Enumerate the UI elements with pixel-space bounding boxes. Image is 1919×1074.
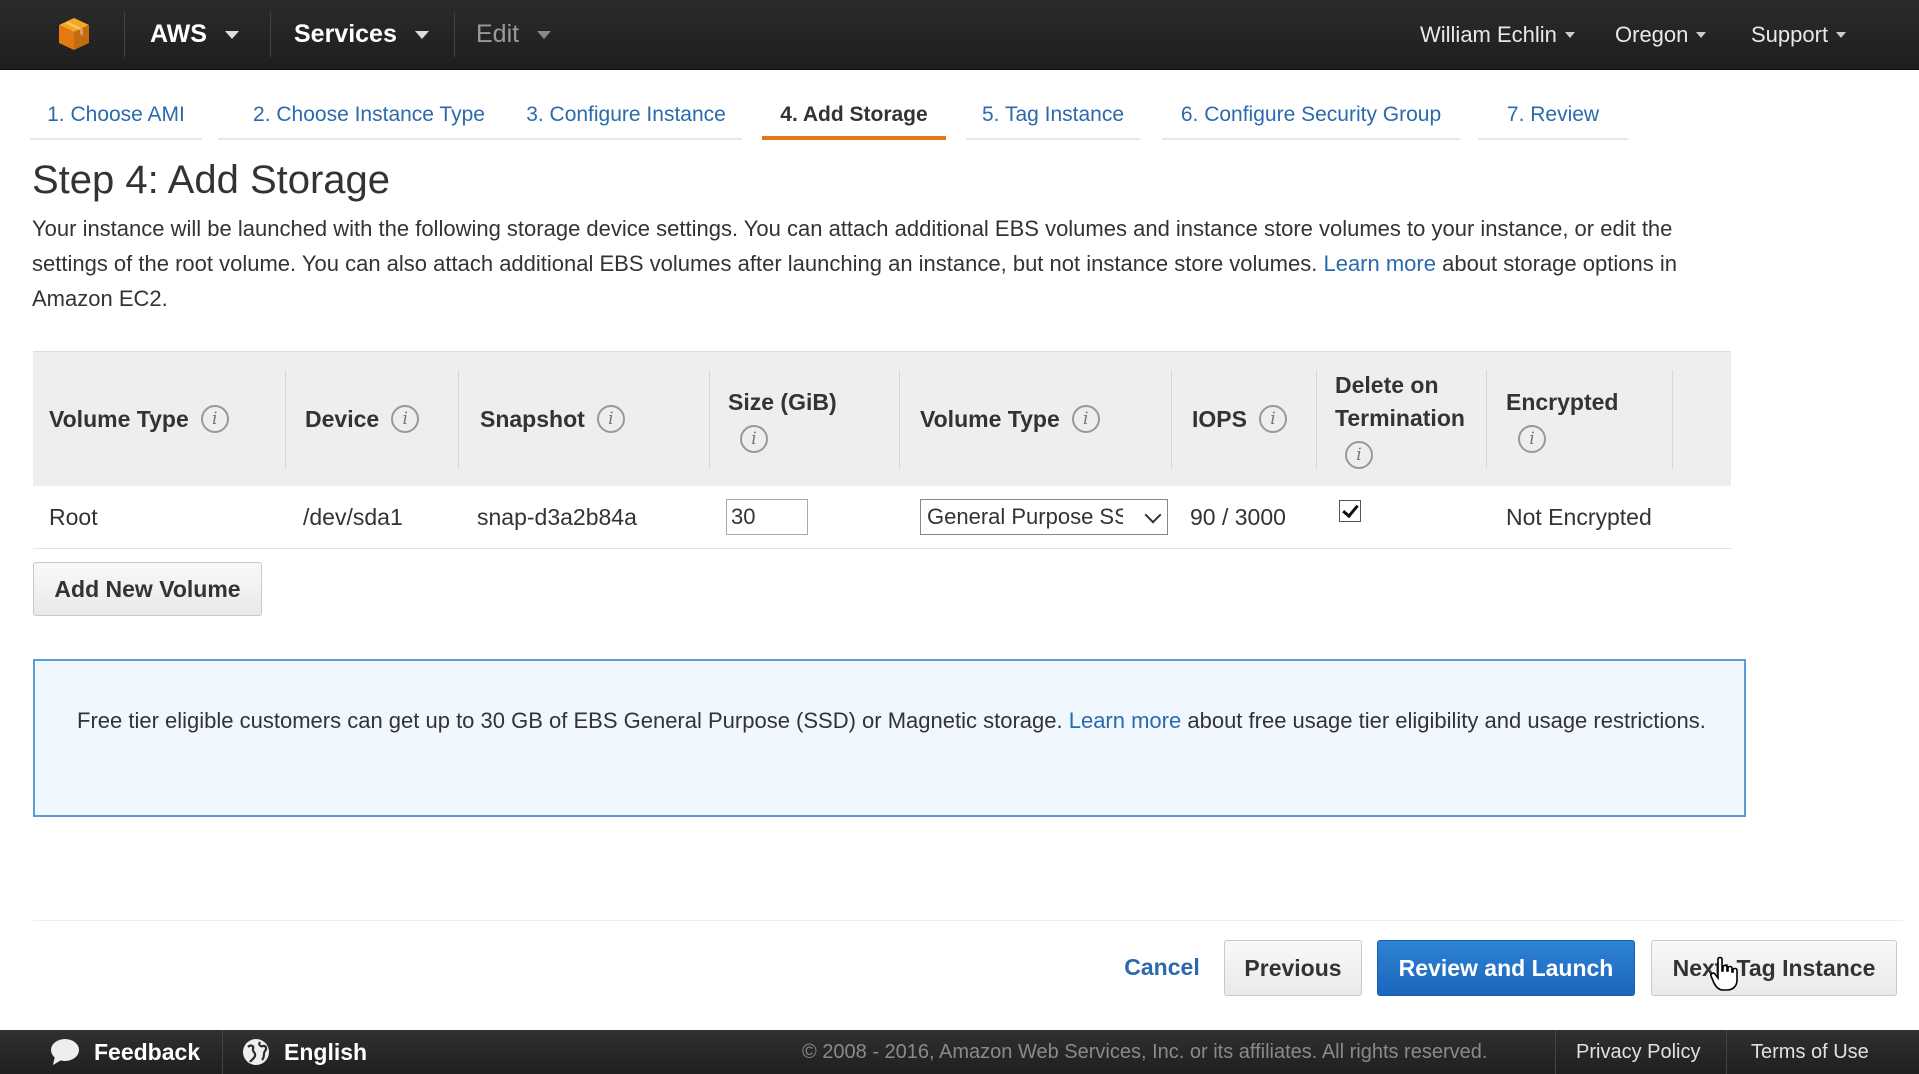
support-menu[interactable]: Support <box>1751 0 1847 69</box>
info-icon[interactable]: i <box>1071 405 1100 433</box>
col-delete-label-line2: Termination <box>1335 405 1465 431</box>
col-encrypted: Encrypted i <box>1506 352 1618 486</box>
cell-snapshot: snap-d3a2b84a <box>477 503 637 530</box>
cell-delete-on-termination <box>1339 486 1361 548</box>
col-snapshot-label: Snapshot <box>480 405 585 432</box>
tab-choose-ami[interactable]: 1. Choose AMI <box>30 92 202 140</box>
tab-configure-security-group[interactable]: 6. Configure Security Group <box>1162 92 1460 140</box>
edit-menu[interactable]: Edit <box>476 0 552 69</box>
free-tier-notice: Free tier eligible customers can get up … <box>33 659 1746 817</box>
col-ebs-volume-type: Volume Type i <box>920 352 1100 486</box>
divider <box>33 920 1903 921</box>
copyright-text: © 2008 - 2016, Amazon Web Services, Inc.… <box>802 1040 1488 1063</box>
region-menu[interactable]: Oregon <box>1615 0 1707 69</box>
aws-menu-label: AWS <box>150 20 207 48</box>
info-icon[interactable]: i <box>596 405 625 433</box>
next-tag-instance-button[interactable]: Next: Tag Instance <box>1651 940 1897 996</box>
chevron-down-icon <box>1696 31 1707 38</box>
cancel-button[interactable]: Cancel <box>1112 940 1212 994</box>
volume-type-select[interactable]: General Purpose SSD (GP2) <box>920 499 1168 535</box>
col-device-label: Device <box>305 405 380 432</box>
privacy-policy-link[interactable]: Privacy Policy <box>1576 1030 1700 1074</box>
cell-device: /dev/sda1 <box>303 503 403 530</box>
terms-of-use-link[interactable]: Terms of Use <box>1751 1030 1869 1074</box>
col-delete-on-termination: Delete on Termination i <box>1335 352 1465 486</box>
volume-type-selected: General Purpose SSD (GP2) <box>927 504 1123 529</box>
size-input[interactable] <box>726 499 808 535</box>
free-tier-message: Free tier eligible customers can get up … <box>77 708 1063 733</box>
tab-configure-instance[interactable]: 3. Configure Instance <box>510 92 742 140</box>
info-icon[interactable]: i <box>1518 424 1546 453</box>
region-menu-label: Oregon <box>1615 21 1689 47</box>
learn-more-storage-link[interactable]: Learn more <box>1323 251 1436 276</box>
cell-size <box>726 486 808 548</box>
cell-encrypted: Not Encrypted <box>1506 503 1652 530</box>
cell-iops: 90 / 3000 <box>1190 503 1286 530</box>
feedback-label: Feedback <box>94 1038 201 1065</box>
previous-button[interactable]: Previous <box>1224 940 1362 996</box>
col-ebs-volume-type-label: Volume Type <box>920 405 1060 432</box>
tab-add-storage[interactable]: 4. Add Storage <box>762 92 946 140</box>
chevron-down-icon <box>537 30 552 39</box>
cell-ebs-volume-type: General Purpose SSD (GP2) <box>920 486 1168 548</box>
chevron-down-icon <box>1564 31 1575 38</box>
services-menu-label: Services <box>294 20 397 48</box>
col-iops: IOPS i <box>1192 352 1287 486</box>
free-tier-text: Free tier eligible customers can get up … <box>77 703 1717 739</box>
language-label: English <box>284 1038 368 1065</box>
info-icon[interactable]: i <box>391 405 420 433</box>
tab-choose-instance-type[interactable]: 2. Choose Instance Type <box>218 92 520 140</box>
language-selector[interactable]: English <box>242 1030 367 1074</box>
learn-more-free-tier-link[interactable]: Learn more <box>1069 708 1182 733</box>
col-size: Size (GiB) i <box>728 352 837 486</box>
user-menu[interactable]: William Echlin <box>1420 0 1575 69</box>
aws-cube-icon[interactable] <box>56 16 92 52</box>
chevron-down-icon <box>414 30 429 39</box>
aws-menu[interactable]: AWS <box>150 0 239 69</box>
review-and-launch-button[interactable]: Review and Launch <box>1377 940 1635 996</box>
cell-volume-type: Root <box>49 503 98 530</box>
hand-cursor-icon <box>1710 956 1738 991</box>
col-device: Device i <box>305 352 420 486</box>
info-icon[interactable]: i <box>1345 441 1373 469</box>
col-snapshot: Snapshot i <box>480 352 625 486</box>
storage-table: Volume Type i Device i Snapshot i Size (… <box>33 351 1731 549</box>
chevron-down-icon <box>1144 506 1162 524</box>
col-volume-type: Volume Type i <box>49 352 229 486</box>
info-icon[interactable]: i <box>1258 405 1287 433</box>
page-title: Step 4: Add Storage <box>32 158 391 202</box>
services-menu[interactable]: Services <box>294 0 429 69</box>
info-icon[interactable]: i <box>200 405 229 433</box>
table-row: Root /dev/sda1 snap-d3a2b84a General Pur… <box>33 486 1731 549</box>
add-new-volume-button[interactable]: Add New Volume <box>33 562 262 616</box>
tab-tag-instance[interactable]: 5. Tag Instance <box>966 92 1140 140</box>
support-menu-label: Support <box>1751 21 1829 47</box>
chevron-down-icon <box>1836 31 1847 38</box>
col-size-label: Size (GiB) <box>728 388 837 415</box>
feedback-button[interactable]: Feedback <box>50 1030 200 1074</box>
edit-menu-label: Edit <box>476 20 520 48</box>
bottom-bar: Feedback English © 2008 - 2016, Amazon W… <box>0 1030 1919 1074</box>
chevron-down-icon <box>224 30 239 39</box>
top-navigation-bar: AWS Services Edit William Echlin Oregon … <box>0 0 1919 70</box>
speech-bubble-icon <box>51 1039 79 1065</box>
table-header: Volume Type i Device i Snapshot i Size (… <box>33 351 1731 486</box>
free-tier-message-end: about free usage tier eligibility and us… <box>1187 708 1706 733</box>
page-description: Your instance will be launched with the … <box>32 211 1732 316</box>
col-delete-label-line1: Delete on <box>1335 372 1439 398</box>
col-encrypted-label: Encrypted <box>1506 388 1619 415</box>
info-icon[interactable]: i <box>740 424 768 453</box>
col-volume-type-label: Volume Type <box>49 405 189 432</box>
globe-icon <box>243 1039 269 1065</box>
delete-on-termination-checkbox[interactable] <box>1339 500 1361 522</box>
col-iops-label: IOPS <box>1192 405 1247 432</box>
user-menu-label: William Echlin <box>1420 21 1557 47</box>
tab-review[interactable]: 7. Review <box>1478 92 1628 140</box>
